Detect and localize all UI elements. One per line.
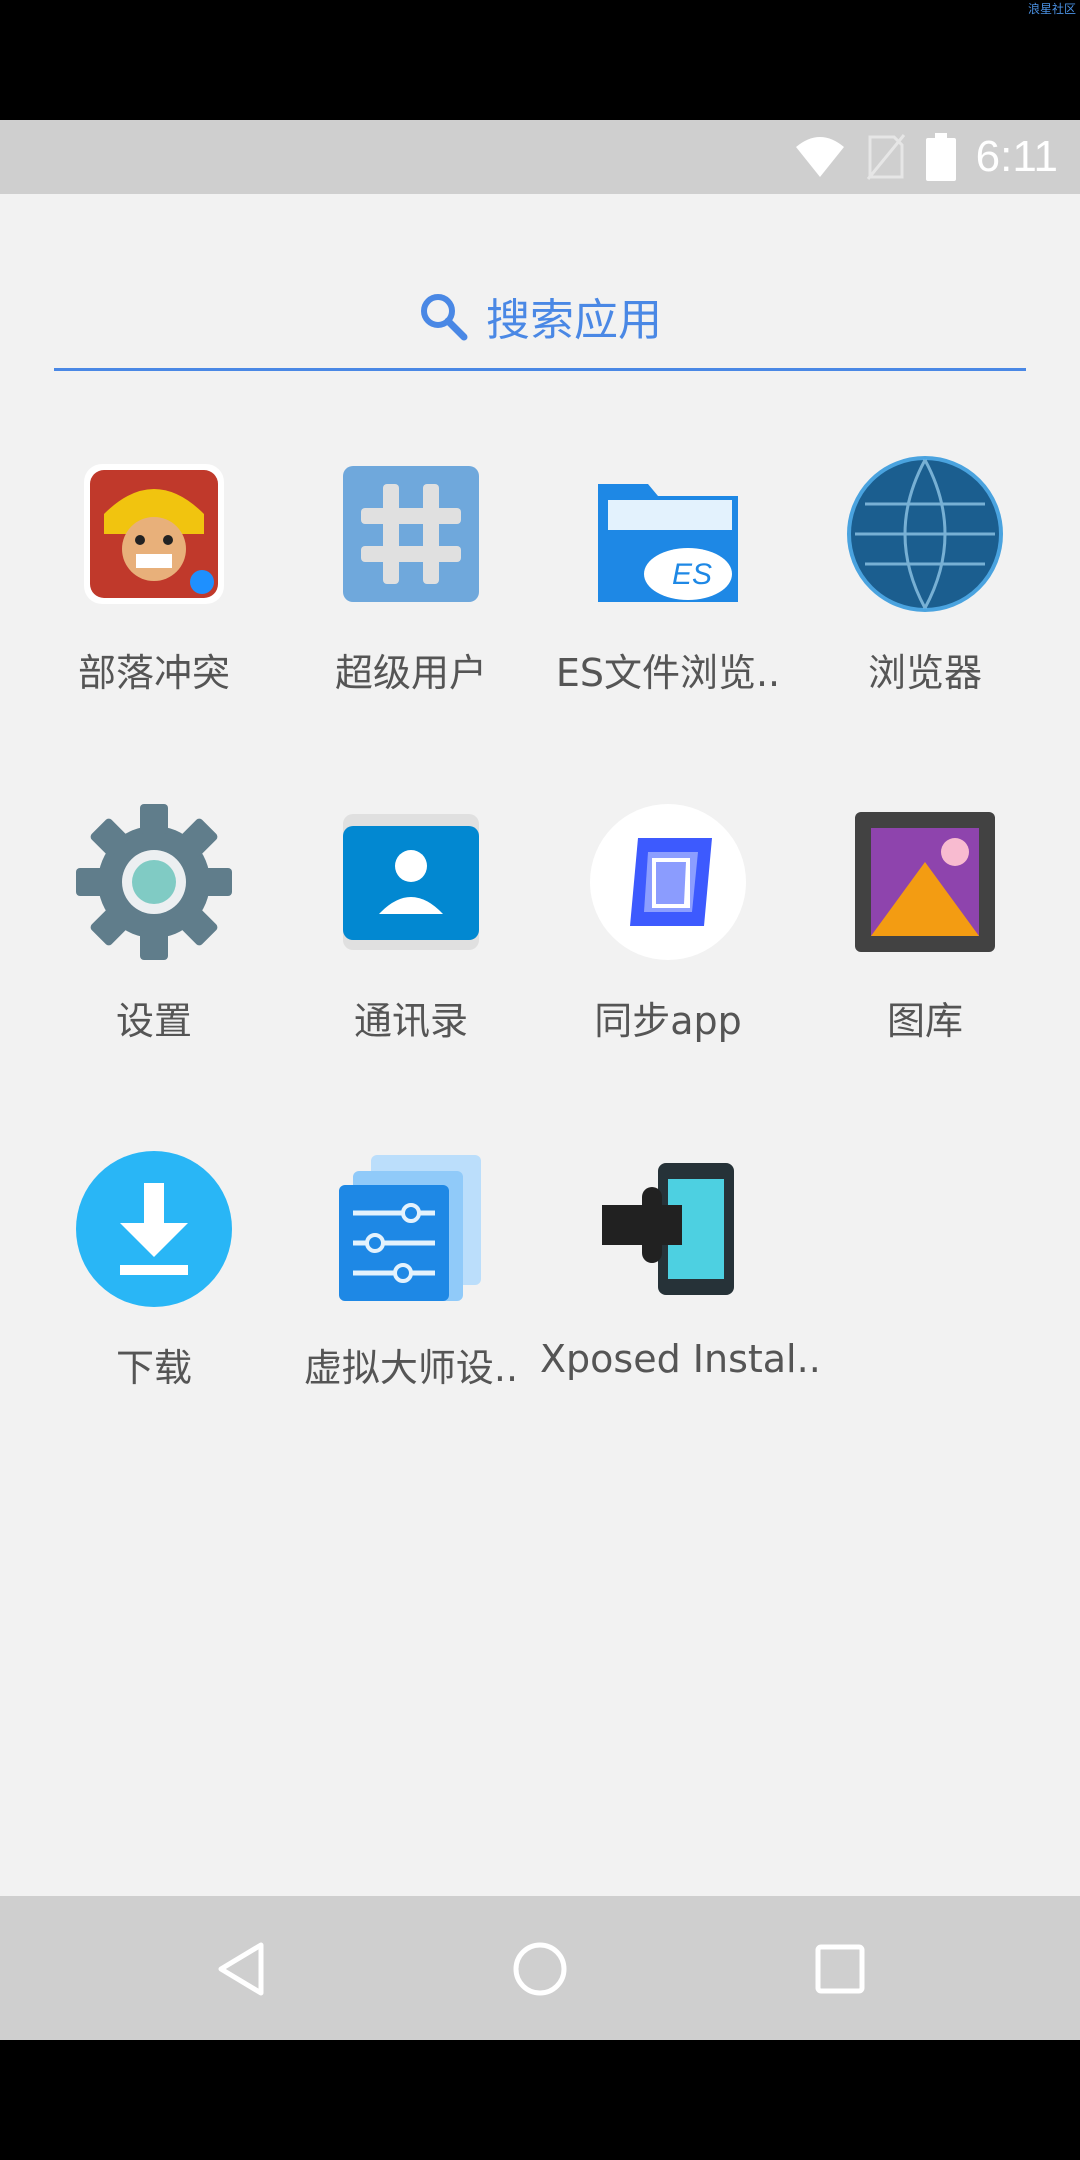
search-bar[interactable]: 搜索应用: [54, 264, 1026, 371]
app-label: 设置: [115, 999, 192, 1043]
app-es-file-explorer[interactable]: ES ES文件浏览..: [540, 454, 796, 754]
battery-icon: [925, 133, 956, 181]
no-sim-icon: [866, 134, 905, 180]
svg-text:ES: ES: [672, 558, 712, 591]
contacts-icon: [343, 814, 479, 950]
app-label: 浏览器: [867, 651, 982, 695]
sync-app-cube-icon: [590, 804, 746, 960]
app-virtual-master-settings[interactable]: 虚拟大师设..: [283, 1149, 539, 1449]
app-xposed-installer[interactable]: Xposed Instal..: [540, 1149, 821, 1449]
back-icon: [218, 1942, 264, 1996]
app-contacts[interactable]: 通讯录: [283, 802, 539, 1102]
recents-button[interactable]: [795, 1924, 885, 2014]
app-superuser[interactable]: 超级用户: [283, 454, 539, 754]
clash-of-clans-icon: [84, 464, 224, 604]
settings-gear-icon: [76, 804, 232, 960]
app-label: ES文件浏览..: [555, 651, 781, 695]
app-label: 虚拟大师设..: [303, 1346, 519, 1390]
superuser-icon: [343, 466, 479, 602]
app-label: 同步app: [594, 999, 742, 1043]
navigation-bar: [0, 1896, 1080, 2040]
search-icon: [421, 294, 468, 341]
app-download[interactable]: 下载: [26, 1149, 282, 1449]
app-gallery[interactable]: 图库: [797, 802, 1053, 1102]
app-label: 图库: [886, 999, 963, 1043]
app-clash-of-clans[interactable]: 部落冲突: [26, 454, 282, 754]
wifi-icon: [795, 137, 844, 177]
app-browser[interactable]: 浏览器: [797, 454, 1053, 754]
app-sync[interactable]: 同步app: [540, 802, 796, 1102]
virtual-master-settings-icon: [339, 1155, 481, 1301]
watermark: 浪星社区: [1027, 2, 1076, 16]
app-drawer: 搜索应用 部落冲突 超级用户 ES ES文件浏览.. 浏览器 设置 通讯录 同步…: [0, 194, 1080, 1896]
recents-icon: [815, 1944, 865, 1994]
app-label: 部落冲突: [77, 651, 230, 695]
app-settings[interactable]: 设置: [26, 802, 282, 1102]
app-label: Xposed Instal..: [540, 1337, 821, 1381]
app-label: 通讯录: [353, 999, 468, 1043]
back-button[interactable]: [196, 1924, 286, 2014]
home-button[interactable]: [495, 1924, 585, 2014]
home-icon: [513, 1942, 567, 1996]
app-label: 下载: [115, 1346, 192, 1390]
gallery-icon: [855, 812, 995, 952]
browser-globe-icon: [847, 456, 1003, 612]
es-file-explorer-icon: ES: [598, 484, 738, 602]
status-bar: 6:11: [0, 120, 1080, 194]
download-icon: [76, 1151, 232, 1307]
search-label: 搜索应用: [486, 295, 662, 346]
app-label: 超级用户: [334, 651, 487, 695]
clock: 6:11: [975, 132, 1058, 181]
xposed-installer-icon: [602, 1163, 734, 1295]
